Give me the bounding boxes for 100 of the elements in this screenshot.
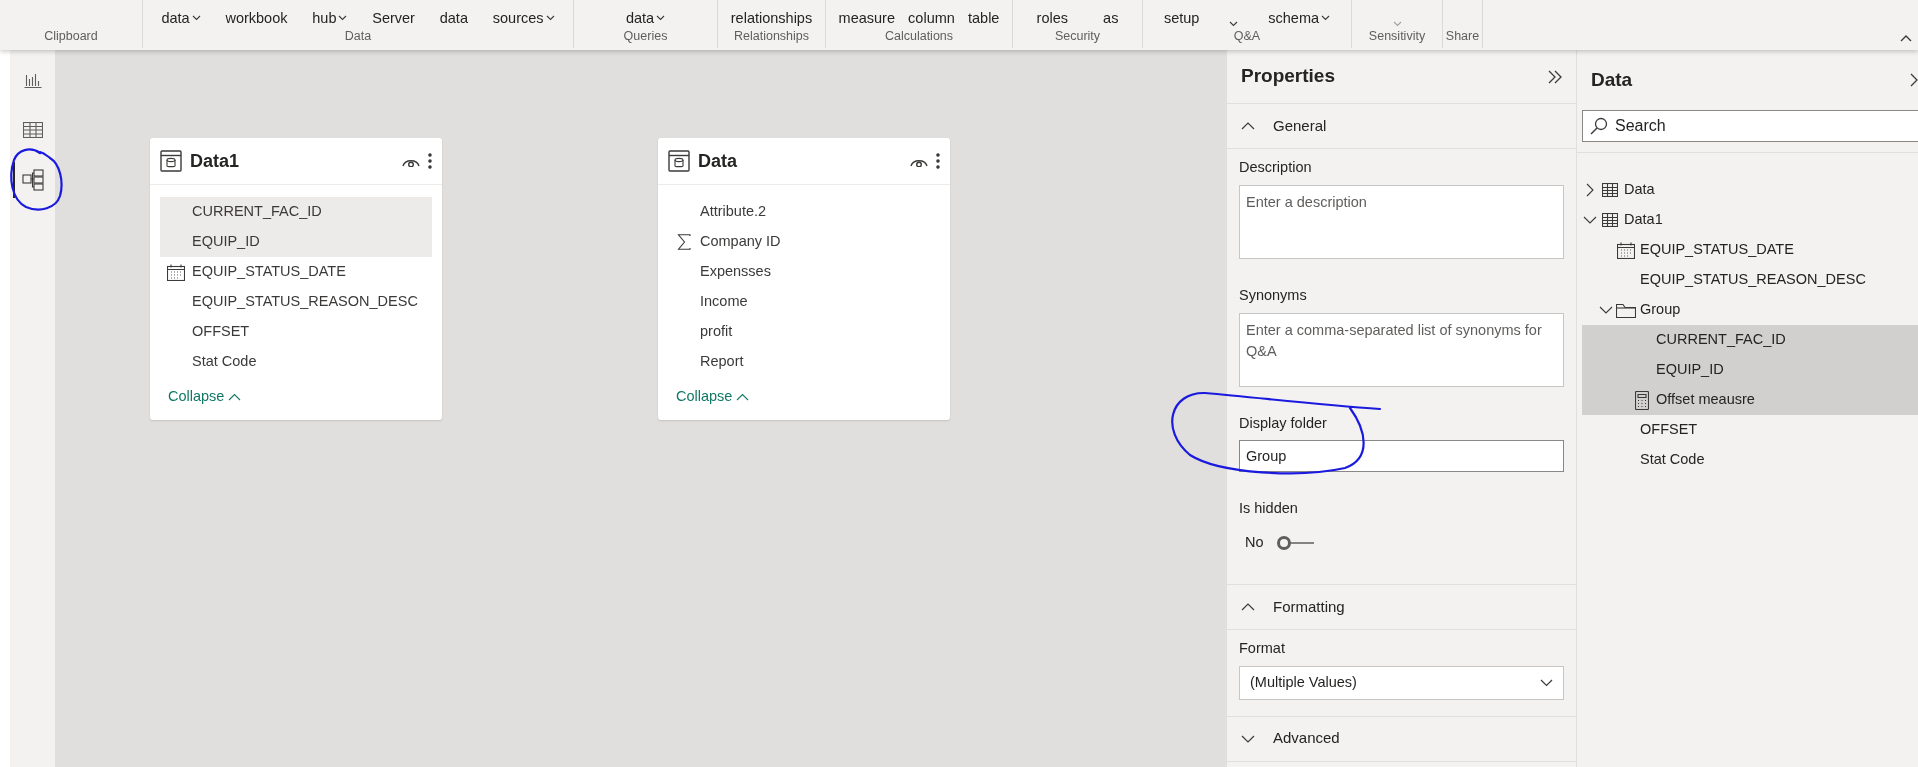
ribbon-group-label: Q&A: [1232, 28, 1262, 46]
ribbon-button[interactable]: roles: [1032, 9, 1072, 28]
tree-item[interactable]: Data: [1582, 175, 1918, 205]
calendar-icon: [1617, 241, 1635, 259]
table-card-title: Data1: [190, 149, 241, 173]
tree-item[interactable]: OFFSET: [1582, 415, 1918, 445]
ribbon-button[interactable]: Server: [368, 9, 419, 28]
field-label: Format: [1239, 638, 1286, 658]
ribbon-button[interactable]: measure: [834, 9, 899, 28]
field-name: EQUIP_ID: [192, 232, 260, 252]
field-name: Report: [700, 352, 744, 372]
chevron-down-icon: [1241, 734, 1255, 743]
ribbon-button[interactable]: schema: [1264, 9, 1335, 28]
tree-item[interactable]: Group: [1582, 295, 1918, 325]
field-name: Company ID: [700, 232, 781, 252]
calculator-icon: [1635, 390, 1649, 410]
table-icon: [1602, 213, 1618, 227]
ribbon-button[interactable]: column: [904, 9, 959, 28]
toggle-switch[interactable]: [1275, 534, 1316, 551]
ribbon-group-label: Sensitivity: [1367, 28, 1427, 46]
table-icon: [160, 150, 182, 172]
ribbon-button[interactable]: table: [964, 9, 1004, 28]
ribbon-button[interactable]: sources: [488, 9, 559, 28]
collapse-link[interactable]: Collapse: [676, 386, 750, 408]
more-options-icon[interactable]: [428, 153, 432, 169]
ribbon-group-label: Share: [1444, 28, 1481, 46]
field-row[interactable]: EQUIP_STATUS_REASON_DESC: [160, 287, 432, 317]
field-row[interactable]: Income: [668, 287, 940, 317]
ribbon-button[interactable]: data: [621, 9, 670, 28]
collapse-link[interactable]: Collapse: [168, 386, 242, 408]
ribbon-button[interactable]: workbook: [221, 9, 292, 28]
table-card-title: Data: [698, 149, 738, 173]
field-row[interactable]: OFFSET: [160, 317, 432, 347]
tree-item[interactable]: EQUIP_STATUS_DATE: [1582, 235, 1918, 265]
ribbon-button[interactable]: data: [435, 9, 472, 28]
chevron-up-icon: [1241, 122, 1255, 130]
tree-item[interactable]: Stat Code: [1582, 445, 1918, 475]
field-name: Attribute.2: [700, 202, 767, 222]
caret-icon: [1321, 15, 1331, 22]
field-row[interactable]: Stat Code: [160, 347, 432, 377]
field-row[interactable]: EQUIP_ID: [160, 227, 432, 257]
search-field[interactable]: Search: [1582, 110, 1918, 142]
ribbon-button[interactable]: as: [1099, 9, 1123, 28]
chevron-up-icon: [228, 392, 242, 401]
toggle-icon: [1275, 534, 1316, 551]
caret-icon: [1392, 21, 1402, 28]
chevron-up-icon: [1241, 602, 1255, 611]
caret-icon: [1229, 21, 1239, 28]
field-label: Description: [1239, 158, 1313, 177]
field-name: Stat Code: [192, 352, 257, 372]
dropdown[interactable]: (Multiple Values): [1239, 665, 1564, 700]
model-diagram-icon: [21, 169, 44, 191]
ribbon-button[interactable]: setup: [1159, 9, 1204, 28]
caret-icon: [545, 15, 555, 22]
search-icon: [1590, 117, 1608, 135]
more-options-icon[interactable]: [936, 153, 940, 169]
section-header[interactable]: General: [1227, 104, 1576, 148]
field-row[interactable]: EQUIP_STATUS_DATE: [160, 257, 432, 287]
folder-icon: [1616, 302, 1636, 318]
toggle-value: No: [1245, 533, 1264, 552]
field-name: OFFSET: [192, 322, 250, 342]
field-row[interactable]: CURRENT_FAC_ID: [160, 197, 432, 227]
field-row[interactable]: Report: [668, 347, 940, 377]
field-name: Income: [700, 292, 748, 312]
ribbon-button[interactable]: data: [157, 9, 205, 28]
chevron-up-icon: [1900, 34, 1912, 42]
field-label: Display folder: [1239, 413, 1328, 433]
tree-item[interactable]: EQUIP_ID: [1582, 355, 1918, 385]
ribbon-button[interactable]: hub: [308, 9, 352, 28]
field-label: Synonyms: [1239, 285, 1308, 305]
input-field[interactable]: Group: [1239, 440, 1564, 473]
text-area[interactable]: Enter a comma-separated list of synonyms for Q&A: [1239, 312, 1564, 387]
field-name: EQUIP_STATUS_DATE: [192, 262, 346, 282]
sigma-icon: [677, 234, 691, 250]
caret-icon: [338, 15, 348, 22]
caret-icon: [656, 15, 666, 22]
ribbon-group-label: Queries: [622, 28, 669, 46]
table-icon: [668, 150, 690, 172]
section-header[interactable]: Formatting: [1227, 584, 1576, 629]
tree-item[interactable]: EQUIP_STATUS_REASON_DESC: [1582, 265, 1918, 295]
field-label: Is hidden: [1239, 499, 1299, 519]
bar-chart-icon: [23, 72, 42, 88]
field-row[interactable]: Company ID: [668, 227, 940, 257]
ribbon-group-label: Relationships: [732, 28, 810, 46]
chevron-right-icon: [1586, 183, 1594, 197]
text-area[interactable]: Enter a description: [1239, 184, 1564, 259]
field-row[interactable]: Attribute.2: [668, 197, 940, 227]
field-name: CURRENT_FAC_ID: [192, 202, 322, 222]
caret-icon: [191, 15, 201, 22]
section-header[interactable]: Advanced: [1227, 716, 1576, 761]
ribbon-button[interactable]: relationships: [726, 9, 817, 28]
field-row[interactable]: Expensses: [668, 257, 940, 287]
field-row[interactable]: profit: [668, 317, 940, 347]
tree-item[interactable]: CURRENT_FAC_ID: [1582, 325, 1918, 355]
collapse-ribbon-button[interactable]: [1900, 34, 1912, 42]
tree-item[interactable]: Data1: [1582, 205, 1918, 235]
tree-item[interactable]: Offset meausre: [1582, 385, 1918, 415]
chevron-right-icon[interactable]: [1910, 73, 1918, 87]
table-icon: [1602, 183, 1618, 197]
double-chevron-icon[interactable]: [1548, 69, 1562, 84]
